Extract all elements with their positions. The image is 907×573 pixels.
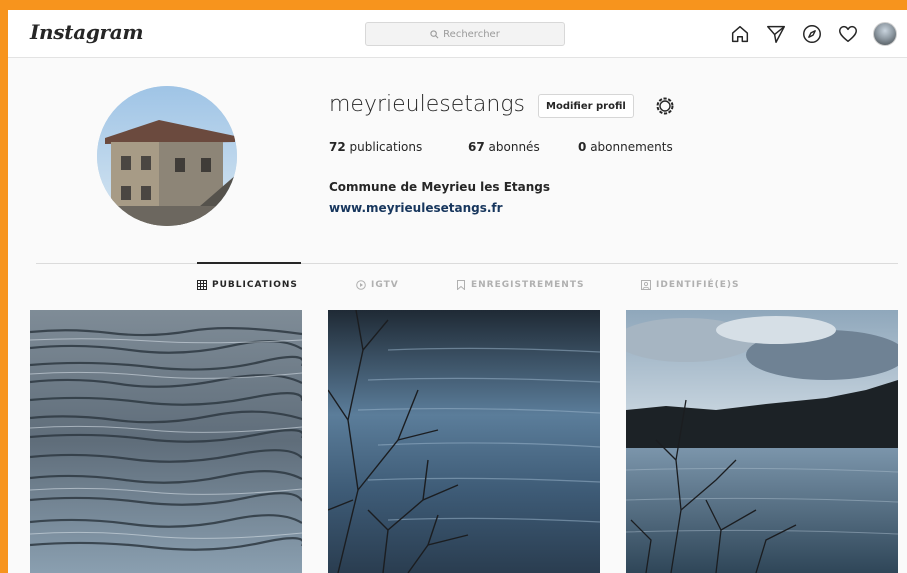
search-placeholder: Rechercher bbox=[443, 28, 500, 40]
settings-gear-icon[interactable] bbox=[653, 94, 677, 118]
direct-icon[interactable] bbox=[765, 23, 787, 45]
tab-tagged[interactable]: IDENTIFIÉ(E)S bbox=[641, 280, 740, 290]
profile-picture[interactable] bbox=[97, 86, 237, 226]
edit-profile-button[interactable]: Modifier profil bbox=[538, 94, 634, 118]
profile-full-name: Commune de Meyrieu les Etangs bbox=[329, 180, 551, 194]
nav-icons bbox=[729, 22, 897, 46]
lake-branches-photo bbox=[328, 310, 600, 573]
profile-username: meyrieulesetangs bbox=[329, 92, 525, 117]
instagram-logo[interactable]: Instagram bbox=[30, 20, 144, 44]
browser-viewport: Instagram Rechercher meyrieulesetangs Mo… bbox=[8, 10, 907, 573]
profile-website-link[interactable]: www.meyrieulesetangs.fr bbox=[329, 201, 503, 215]
tab-saved[interactable]: ENREGISTREMENTS bbox=[456, 280, 584, 290]
tab-tagged-label: IDENTIFIÉ(E)S bbox=[656, 280, 740, 290]
search-input[interactable]: Rechercher bbox=[365, 22, 565, 46]
tab-saved-label: ENREGISTREMENTS bbox=[471, 280, 585, 290]
lake-landscape-photo bbox=[626, 310, 898, 573]
stat-publications[interactable]: 72 publications bbox=[329, 140, 468, 154]
grid-icon bbox=[197, 280, 207, 290]
post-thumbnail[interactable] bbox=[626, 310, 898, 573]
active-tab-indicator bbox=[197, 262, 301, 264]
stat-followers[interactable]: 67 abonnés bbox=[468, 140, 578, 154]
home-icon[interactable] bbox=[729, 23, 751, 45]
water-ripples-photo bbox=[30, 310, 302, 573]
search-icon bbox=[430, 29, 439, 38]
tagged-icon bbox=[641, 280, 651, 290]
stat-following[interactable]: 0 abonnements bbox=[578, 140, 673, 154]
profile-stats: 72 publications 67 abonnés 0 abonnements bbox=[329, 140, 673, 154]
tab-igtv-label: IGTV bbox=[371, 280, 399, 290]
house-photo bbox=[97, 86, 237, 226]
profile-avatar-icon[interactable] bbox=[873, 22, 897, 46]
post-thumbnail[interactable] bbox=[328, 310, 600, 573]
top-navigation-bar: Instagram Rechercher bbox=[8, 10, 907, 58]
bookmark-icon bbox=[457, 280, 465, 290]
activity-heart-icon[interactable] bbox=[837, 23, 859, 45]
tabs-divider bbox=[36, 263, 898, 264]
igtv-icon bbox=[356, 280, 366, 290]
tab-publications[interactable]: PUBLICATIONS bbox=[197, 280, 298, 290]
explore-icon[interactable] bbox=[801, 23, 823, 45]
post-thumbnail[interactable] bbox=[30, 310, 302, 573]
tab-publications-label: PUBLICATIONS bbox=[212, 280, 298, 290]
tab-igtv[interactable]: IGTV bbox=[356, 280, 399, 290]
